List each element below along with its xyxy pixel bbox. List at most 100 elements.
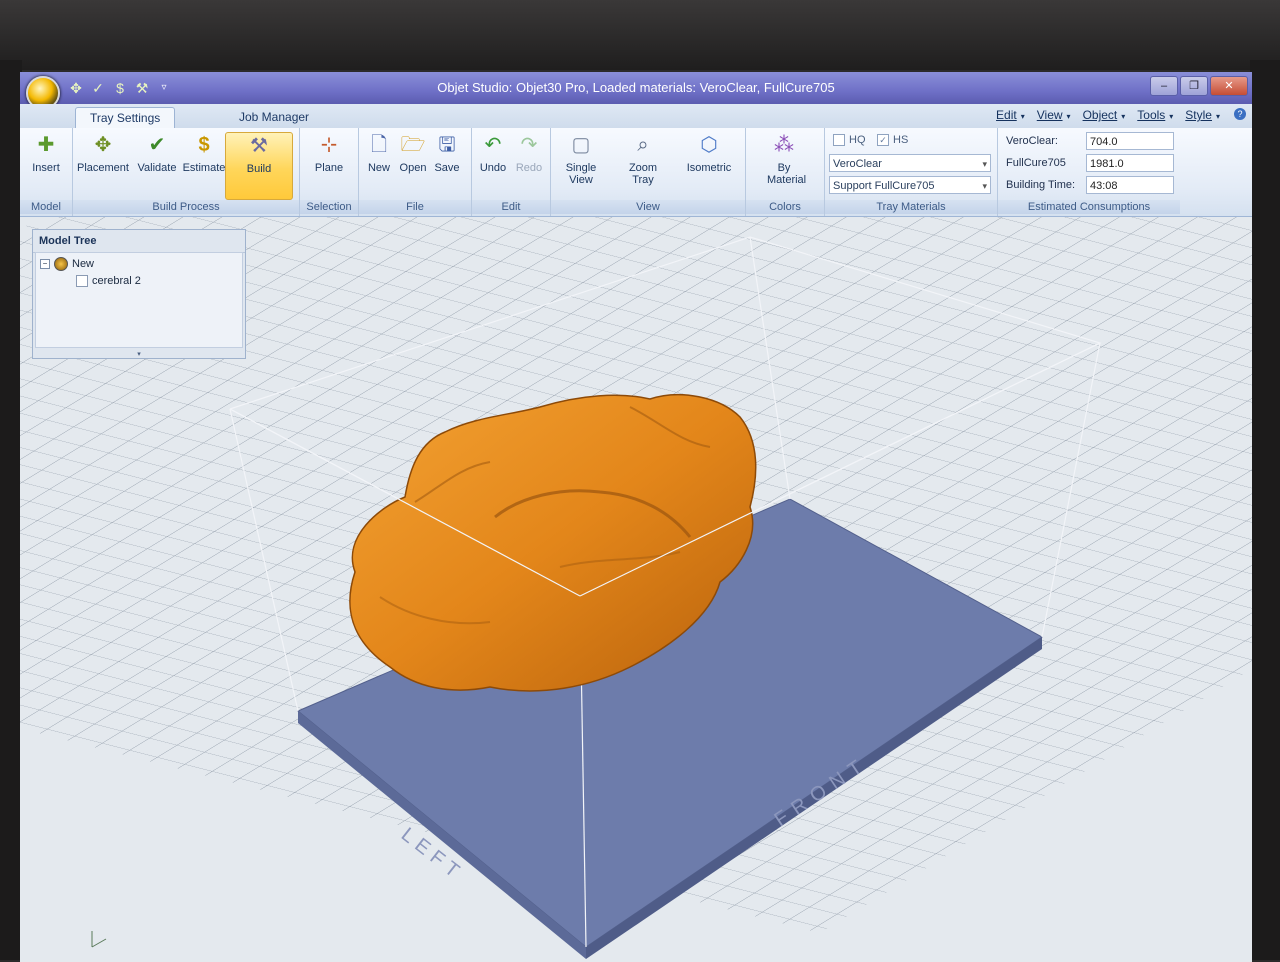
folder-open-icon: 🗁 xyxy=(400,134,426,156)
panel-expand-icon[interactable]: ▾ xyxy=(33,350,245,358)
model-tree-body: − New cerebral 2 xyxy=(35,252,243,348)
by-material-label: By Material xyxy=(767,162,807,186)
build-icon: ⚒ xyxy=(250,135,268,157)
tree-child-label: cerebral 2 xyxy=(92,275,141,287)
group-label-file: File xyxy=(359,200,471,214)
menu-view[interactable]: View xyxy=(1037,108,1071,122)
hq-checkbox[interactable]: HQ xyxy=(833,134,866,146)
by-material-button[interactable]: ⁂ By Material xyxy=(756,132,812,186)
tray-node-icon xyxy=(54,257,68,271)
hs-checkbox[interactable]: ✓ HS xyxy=(877,134,908,146)
isometric-label: Isometric xyxy=(686,162,732,174)
dollar-icon: $ xyxy=(198,134,210,156)
collapse-icon[interactable]: − xyxy=(40,259,50,269)
plane-label: Plane xyxy=(314,162,344,174)
fullcure-value: 1981.0 xyxy=(1086,154,1174,172)
validate-icon: ✔ xyxy=(148,134,166,156)
menu-bar: Edit View Object Tools Style xyxy=(996,108,1244,122)
open-button[interactable]: 🗁 Open xyxy=(397,132,429,174)
building-time-value: 43:08 xyxy=(1086,176,1174,194)
new-file-icon: 🗋 xyxy=(370,134,388,156)
group-label-view: View xyxy=(551,200,745,214)
open-label: Open xyxy=(399,162,427,174)
save-label: Save xyxy=(434,162,460,174)
group-label-selection: Selection xyxy=(300,200,358,214)
color-palette-icon: ⁂ xyxy=(774,134,794,156)
undo-icon: ↶ xyxy=(484,134,502,156)
placement-label: Placement xyxy=(77,162,129,174)
redo-label: Redo xyxy=(515,162,543,174)
undo-button[interactable]: ↶ Undo xyxy=(476,132,510,174)
build-label: Build xyxy=(246,163,272,175)
maximize-button[interactable]: ❐ xyxy=(1180,76,1208,96)
single-view-button[interactable]: ▢ Single View xyxy=(559,132,603,186)
group-label-colors: Colors xyxy=(746,200,824,214)
tree-root-label: New xyxy=(72,258,95,270)
menu-tools[interactable]: Tools xyxy=(1137,108,1173,122)
model-tree-title: Model Tree xyxy=(33,230,245,253)
visibility-checkbox[interactable] xyxy=(76,275,88,287)
cube-icon: ⬡ xyxy=(700,134,718,156)
single-view-label: Single View xyxy=(565,162,597,186)
monitor-bezel-right xyxy=(1250,60,1280,960)
group-edit: ↶ Undo ↷ Redo Edit xyxy=(472,128,551,216)
axis-indicator-icon xyxy=(91,931,107,948)
hq-box xyxy=(833,134,845,146)
plane-icon: ⊹ xyxy=(320,134,338,156)
placement-button[interactable]: ✥ Placement xyxy=(75,132,131,174)
hs-label: HS xyxy=(893,134,909,146)
support-material-select[interactable]: Support FullCure705 xyxy=(829,176,991,195)
hs-box: ✓ xyxy=(877,134,889,146)
group-file: 🗋 New 🗁 Open 🖫 Save File xyxy=(359,128,472,216)
hq-label: HQ xyxy=(849,134,866,146)
zoom-icon: ⌕ xyxy=(637,134,649,156)
help-icon[interactable]: ? xyxy=(1234,108,1246,120)
undo-label: Undo xyxy=(479,162,507,174)
zoom-tray-button[interactable]: ⌕ Zoom Tray xyxy=(621,132,665,186)
group-model: ✚ Insert Model xyxy=(20,128,73,216)
menu-style[interactable]: Style xyxy=(1185,108,1220,122)
insert-button[interactable]: ✚ Insert xyxy=(26,132,66,174)
model-tree-panel: Model Tree − New cerebral 2 ▾ xyxy=(32,229,246,359)
tab-tray-settings[interactable]: Tray Settings xyxy=(75,107,176,129)
insert-label: Insert xyxy=(32,162,60,174)
validate-label: Validate xyxy=(137,162,177,174)
close-button[interactable]: ✕ xyxy=(1210,76,1248,96)
menu-edit[interactable]: Edit xyxy=(996,108,1025,122)
build-button[interactable]: ⚒ Build xyxy=(225,132,293,200)
new-button[interactable]: 🗋 New xyxy=(363,132,395,174)
ribbon-tabs: Tray Settings Job Manager Edit View Obje… xyxy=(20,104,1252,129)
redo-icon: ↷ xyxy=(520,134,538,156)
title-bar: ✥ ✓ $ ⚒ ▿ Objet Studio: Objet30 Pro, Loa… xyxy=(20,72,1252,110)
group-tray-materials: HQ ✓ HS VeroClear Support FullCure705 Tra… xyxy=(825,128,998,216)
new-label: New xyxy=(367,162,390,174)
group-label-estimated-consumptions: Estimated Consumptions xyxy=(998,200,1180,214)
ribbon: ✚ Insert Model ✥ Placement ✔ Validate $ … xyxy=(20,128,1252,217)
estimate-button[interactable]: $ Estimate xyxy=(179,132,229,174)
plane-button[interactable]: ⊹ Plane xyxy=(308,132,350,174)
placement-icon: ✥ xyxy=(94,134,112,156)
redo-button[interactable]: ↷ Redo xyxy=(512,132,546,174)
group-label-tray-materials: Tray Materials xyxy=(825,200,997,214)
isometric-button[interactable]: ⬡ Isometric xyxy=(679,132,739,174)
window-title: Objet Studio: Objet30 Pro, Loaded materi… xyxy=(437,80,835,95)
minimize-button[interactable]: – xyxy=(1150,76,1178,96)
group-view: ▢ Single View ⌕ Zoom Tray ⬡ Isometric Vi… xyxy=(551,128,746,216)
group-selection: ⊹ Plane Selection xyxy=(300,128,359,216)
zoom-tray-label: Zoom Tray xyxy=(628,162,658,186)
tab-job-manager[interactable]: Job Manager xyxy=(225,107,323,128)
model-material-select[interactable]: VeroClear xyxy=(829,154,991,173)
group-build-process: ✥ Placement ✔ Validate $ Estimate ⚒ Buil… xyxy=(73,128,300,216)
group-estimated-consumptions: VeroClear: 704.0 FullCure705 1981.0 Buil… xyxy=(998,128,1180,216)
menu-object[interactable]: Object xyxy=(1083,108,1126,122)
tree-node-cerebral[interactable]: cerebral 2 xyxy=(76,275,141,287)
estimate-label: Estimate xyxy=(182,162,226,174)
group-label-model: Model xyxy=(20,200,72,214)
group-label-build-process: Build Process xyxy=(73,200,299,214)
tree-node-root[interactable]: − New xyxy=(40,257,94,271)
insert-icon: ✚ xyxy=(37,134,55,156)
veroclear-label: VeroClear: xyxy=(1006,135,1058,147)
single-view-icon: ▢ xyxy=(571,134,591,156)
validate-button[interactable]: ✔ Validate xyxy=(133,132,181,174)
save-button[interactable]: 🖫 Save xyxy=(431,132,463,174)
